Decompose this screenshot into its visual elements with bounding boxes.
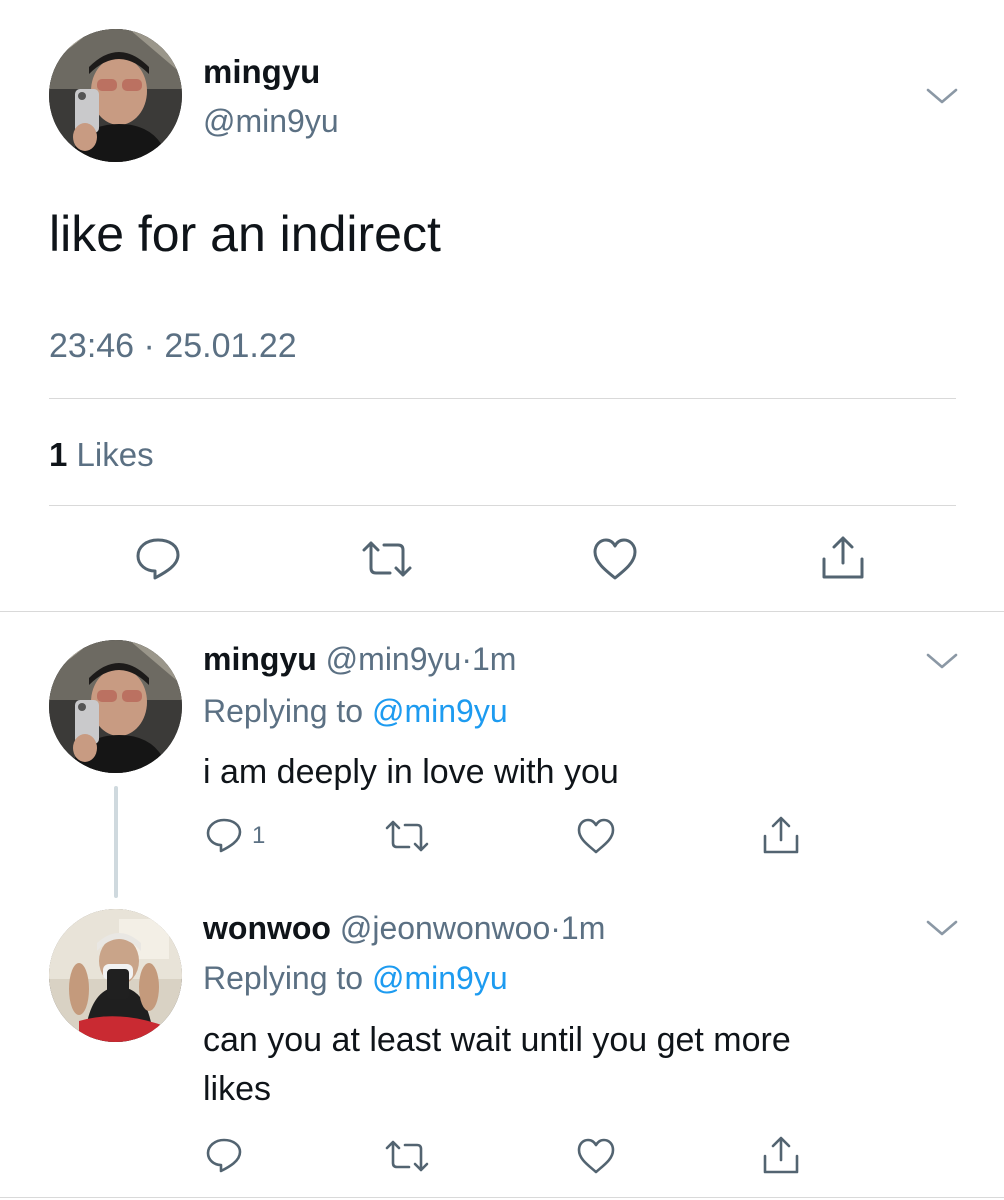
reply-time-ago: 1m	[471, 641, 517, 677]
chevron-down-icon	[926, 88, 958, 104]
replying-to-handle[interactable]: @min9yu	[372, 693, 508, 729]
reply-icon	[136, 538, 180, 580]
share-icon	[763, 1136, 799, 1174]
share-button[interactable]	[818, 533, 868, 581]
divider	[49, 505, 956, 506]
reply-icon	[206, 1138, 242, 1173]
reply-separator: ·	[461, 641, 472, 677]
avatar-wonwoo-icon	[49, 909, 182, 1042]
retweet-button[interactable]	[360, 538, 414, 580]
reply-text-line: i am deeply in love with you	[203, 753, 619, 791]
author-handle[interactable]: @min9yu	[203, 103, 339, 140]
like-button[interactable]	[576, 1137, 616, 1175]
retweet-icon	[385, 820, 429, 852]
like-icon	[593, 538, 637, 580]
likes-stat[interactable]: 1 Likes	[49, 436, 154, 474]
reply-author-handle[interactable]: @min9yu	[326, 641, 462, 677]
thread-connector	[114, 786, 118, 898]
tweet-text: like for an indirect	[49, 206, 441, 262]
likes-label: Likes	[76, 436, 154, 473]
share-icon	[763, 816, 799, 854]
more-options-button[interactable]	[922, 912, 962, 942]
reply-text-line: likes	[203, 1070, 272, 1108]
section-divider	[0, 1197, 1004, 1198]
reply-separator: ·	[550, 910, 561, 946]
retweet-button[interactable]	[384, 818, 430, 854]
timestamp-separator: ·	[143, 327, 155, 365]
reply-button[interactable]	[205, 1137, 243, 1173]
avatar[interactable]	[49, 640, 182, 773]
retweet-icon	[362, 541, 412, 577]
tweet-date: 25.01.22	[164, 327, 297, 365]
reply-button[interactable]	[133, 535, 183, 581]
share-button[interactable]	[760, 814, 802, 856]
like-button[interactable]	[591, 536, 639, 582]
reply-author-name[interactable]: wonwoo	[203, 910, 331, 946]
replying-to-handle[interactable]: @min9yu	[372, 960, 508, 996]
tweet-time: 23:46	[49, 327, 135, 365]
avatar[interactable]	[49, 29, 182, 162]
replying-to-label: Replying to	[203, 693, 364, 729]
replying-to: Replying to @min9yu	[203, 960, 508, 997]
avatar[interactable]	[49, 909, 182, 1042]
like-icon	[577, 1138, 615, 1174]
retweet-icon	[385, 1140, 429, 1172]
avatar-mingyu-icon	[49, 640, 182, 773]
likes-count: 1	[49, 436, 68, 473]
tweet-timestamp: 23:46 · 25.01.22	[49, 327, 297, 366]
avatar-mingyu-icon	[49, 29, 182, 162]
reply-button[interactable]	[205, 817, 243, 853]
reply-header: mingyu @min9yu·1m	[203, 641, 516, 678]
like-icon	[577, 818, 615, 854]
like-button[interactable]	[576, 817, 616, 855]
more-options-button[interactable]	[922, 80, 962, 110]
more-options-button[interactable]	[922, 645, 962, 675]
divider	[49, 398, 956, 399]
replying-to-label: Replying to	[203, 960, 364, 996]
share-button[interactable]	[760, 1134, 802, 1176]
share-icon	[822, 536, 864, 579]
author-name[interactable]: mingyu	[203, 53, 320, 91]
retweet-button[interactable]	[384, 1138, 430, 1174]
reply-author-handle[interactable]: @jeonwonwoo	[340, 910, 550, 946]
replying-to: Replying to @min9yu	[203, 693, 508, 730]
reply-text-line: can you at least wait until you get more	[203, 1021, 791, 1059]
reply-icon	[206, 818, 242, 853]
reply-count: 1	[252, 822, 266, 849]
section-divider	[0, 611, 1004, 612]
reply-time-ago: 1m	[560, 910, 606, 946]
chevron-down-icon	[926, 920, 958, 936]
reply-header: wonwoo @jeonwonwoo·1m	[203, 910, 605, 947]
reply-author-name[interactable]: mingyu	[203, 641, 317, 677]
chevron-down-icon	[926, 653, 958, 669]
